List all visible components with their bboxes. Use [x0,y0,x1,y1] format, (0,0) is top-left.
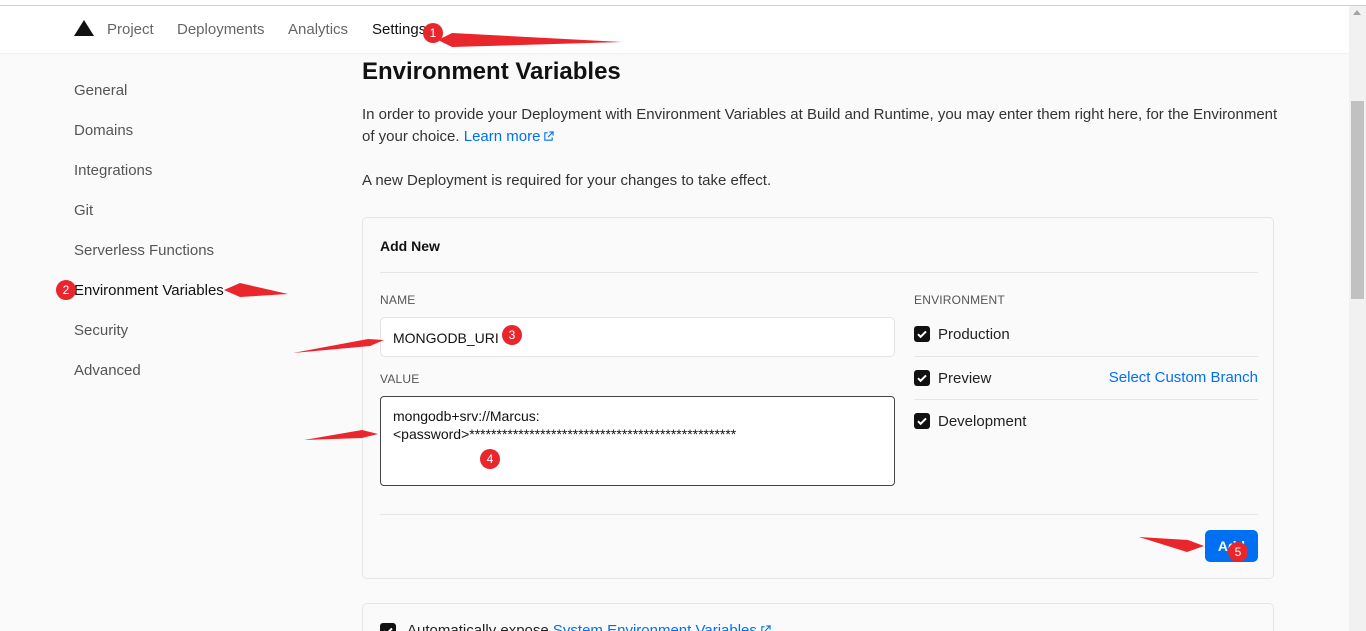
development-checkbox[interactable] [914,413,930,429]
checkmark-icon [917,374,927,383]
system-env-checkbox[interactable] [380,623,396,631]
add-new-card: Add New NAME MONGODB_URI VALUE mongodb+s… [362,217,1274,579]
annotation-marker-1: 1 [423,23,443,43]
name-label: NAME [380,293,416,307]
preview-label: Preview [938,370,992,387]
nav-tab-settings[interactable]: Settings [372,21,426,38]
redeploy-notice: A new Deployment is required for your ch… [362,172,772,189]
scroll-up-arrow-icon[interactable] [1353,10,1361,15]
divider [914,356,1258,357]
sidebar-item-git[interactable]: Git [74,202,93,219]
checkmark-icon [384,627,393,631]
environment-label: ENVIRONMENT [914,293,1005,307]
annotation-marker-5: 5 [1228,542,1248,562]
system-env-link[interactable]: System Environment Variables [553,622,757,631]
annotation-marker-4: 4 [480,449,500,469]
value-textarea[interactable]: mongodb+srv://Marcus: <password>********… [380,396,895,486]
sidebar-item-domains[interactable]: Domains [74,122,133,139]
nav-tab-project[interactable]: Project [107,21,154,38]
sidebar-item-serverless-functions[interactable]: Serverless Functions [74,242,214,259]
learn-more-label: Learn more [463,128,541,145]
env-row-production: Production [914,324,1258,344]
top-navbar: Project Deployments Analytics Settings [0,6,1349,53]
sidebar-item-environment-variables[interactable]: Environment Variables [74,282,224,299]
sidebar-item-general[interactable]: General [74,82,127,99]
scrollbar-thumb[interactable] [1351,101,1364,299]
sidebar-item-security[interactable]: Security [74,322,128,339]
value-label: VALUE [380,372,420,386]
name-input-value: MONGODB_URI [393,330,499,346]
learn-more-link[interactable]: Learn more [464,128,555,145]
sidebar-item-advanced[interactable]: Advanced [74,362,141,379]
env-row-preview: Preview Select Custom Branch [914,368,1258,388]
env-row-development: Development [914,411,1258,431]
vercel-logo-icon[interactable] [74,20,94,36]
system-env-card: Automatically expose System Environment … [362,603,1274,631]
nav-tab-deployments[interactable]: Deployments [177,21,265,38]
checkmark-icon [917,417,927,426]
divider [380,272,1258,273]
system-env-text: Automatically expose System Environment … [407,622,771,631]
external-link-icon [761,625,771,631]
value-line-2: <password>******************************… [393,426,737,442]
annotation-marker-2: 2 [56,280,76,300]
page-description: In order to provide your Deployment with… [362,104,1282,148]
page-title: Environment Variables [362,58,621,85]
development-label: Development [938,413,1027,430]
vertical-scrollbar[interactable] [1349,6,1366,631]
annotation-marker-3: 3 [502,325,522,345]
divider [380,514,1258,515]
select-custom-branch-link[interactable]: Select Custom Branch [1109,369,1258,386]
sidebar-item-integrations[interactable]: Integrations [74,162,152,179]
divider [914,399,1258,400]
external-link-icon [544,131,555,141]
add-new-title: Add New [380,238,440,254]
nav-tab-analytics[interactable]: Analytics [288,21,348,38]
annotation-arrow-2 [224,283,288,297]
checkmark-icon [917,330,927,339]
value-line-1: mongodb+srv://Marcus: [393,408,540,424]
preview-checkbox[interactable] [914,370,930,386]
name-input[interactable]: MONGODB_URI [380,317,895,357]
production-checkbox[interactable] [914,326,930,342]
system-env-label: Automatically expose [407,622,549,631]
production-label: Production [938,326,1010,343]
